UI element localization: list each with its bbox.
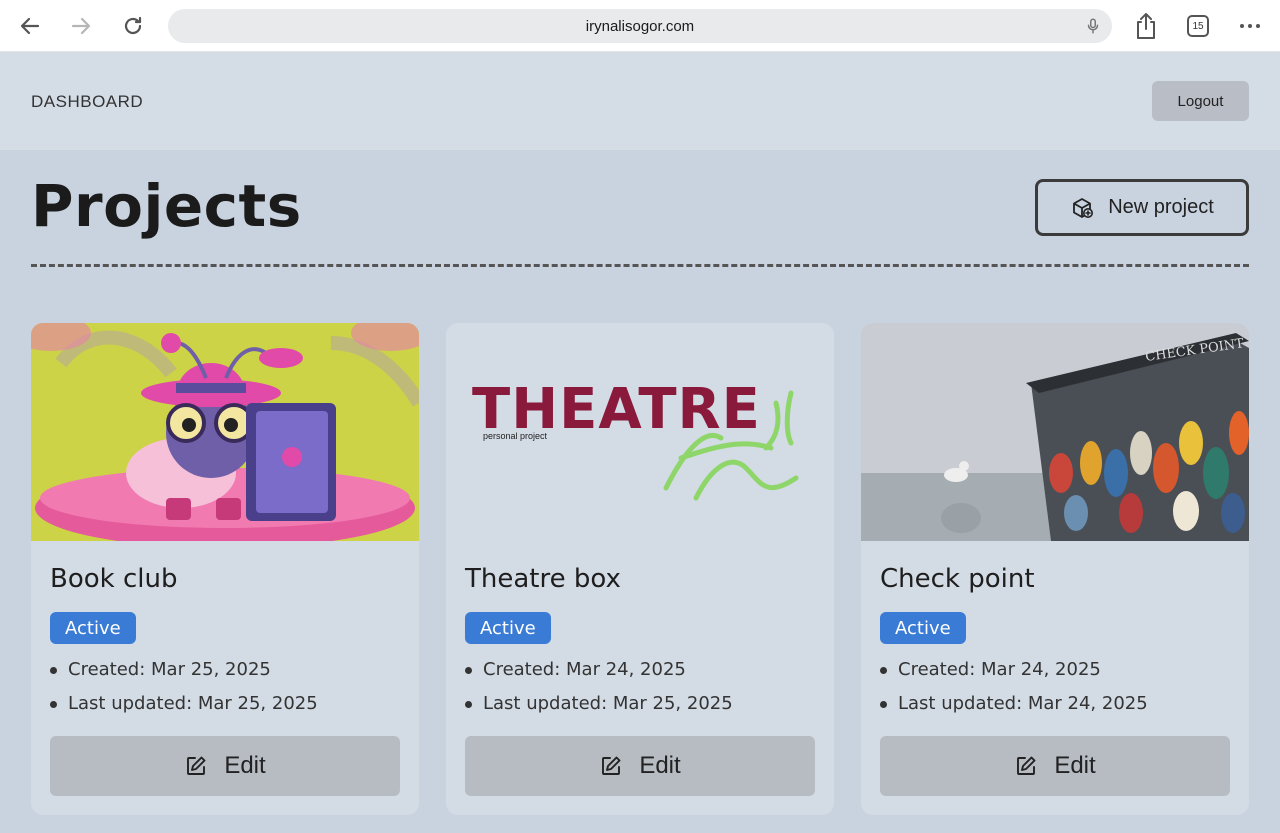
brand-label[interactable]: DASHBOARD	[31, 92, 143, 112]
updated-date: Last updated: Mar 25, 2025	[50, 691, 318, 725]
project-card: THEATRE personal project Theatre box Act…	[446, 323, 834, 815]
edit-label: Edit	[1054, 752, 1096, 779]
microphone-icon[interactable]	[1084, 17, 1102, 35]
new-project-button[interactable]: New project	[1035, 179, 1249, 236]
logout-button[interactable]: Logout	[1152, 81, 1249, 121]
project-image[interactable]	[31, 323, 419, 541]
share-icon[interactable]	[1133, 11, 1159, 41]
back-button[interactable]	[16, 12, 44, 40]
tabs-button[interactable]: 15	[1187, 15, 1209, 37]
created-date: Created: Mar 25, 2025	[50, 657, 318, 691]
edit-icon	[1017, 756, 1036, 775]
bee-illustration	[31, 323, 419, 541]
project-title[interactable]: Check point	[880, 564, 1035, 594]
tab-count: 15	[1192, 20, 1204, 32]
browser-toolbar: irynalisogor.com 15	[0, 0, 1280, 52]
buoys-painting: CHECK POINT	[861, 323, 1249, 541]
status-badge: Active	[465, 612, 551, 644]
edit-label: Edit	[224, 752, 266, 779]
edit-button[interactable]: Edit	[880, 736, 1230, 796]
theatre-logo-subtext: personal project	[483, 431, 548, 441]
project-title[interactable]: Book club	[50, 564, 177, 594]
new-project-label: New project	[1108, 196, 1214, 218]
status-badge: Active	[880, 612, 966, 644]
edit-button[interactable]: Edit	[465, 736, 815, 796]
dashed-divider	[31, 264, 1249, 267]
reload-icon	[124, 16, 142, 35]
created-date: Created: Mar 24, 2025	[465, 657, 733, 691]
page-title: Projects	[31, 172, 302, 240]
project-card: CHECK POINT Check point Active Created: …	[861, 323, 1249, 815]
project-title[interactable]: Theatre box	[465, 564, 621, 594]
address-bar[interactable]: irynalisogor.com	[168, 9, 1112, 43]
edit-button[interactable]: Edit	[50, 736, 400, 796]
edit-label: Edit	[639, 752, 681, 779]
updated-date: Last updated: Mar 24, 2025	[880, 691, 1148, 725]
arrow-left-icon	[20, 17, 40, 35]
more-options-icon[interactable]	[1238, 14, 1262, 38]
project-meta: Created: Mar 25, 2025 Last updated: Mar …	[50, 657, 318, 725]
edit-icon	[602, 756, 621, 775]
app-header: DASHBOARD Logout	[0, 52, 1280, 150]
project-card: Book club Active Created: Mar 25, 2025 L…	[31, 323, 419, 815]
created-date: Created: Mar 24, 2025	[880, 657, 1148, 691]
url-text: irynalisogor.com	[585, 17, 695, 35]
project-image[interactable]: THEATRE personal project	[446, 323, 834, 541]
project-meta: Created: Mar 24, 2025 Last updated: Mar …	[465, 657, 733, 725]
box-plus-icon	[1073, 197, 1094, 218]
arrow-right-icon	[71, 17, 91, 35]
reload-button[interactable]	[119, 12, 147, 40]
status-badge: Active	[50, 612, 136, 644]
project-meta: Created: Mar 24, 2025 Last updated: Mar …	[880, 657, 1148, 725]
forward-button[interactable]	[67, 12, 95, 40]
project-image[interactable]: CHECK POINT	[861, 323, 1249, 541]
updated-date: Last updated: Mar 25, 2025	[465, 691, 733, 725]
theatre-box-logo: THEATRE personal project	[446, 323, 834, 541]
edit-icon	[187, 756, 206, 775]
